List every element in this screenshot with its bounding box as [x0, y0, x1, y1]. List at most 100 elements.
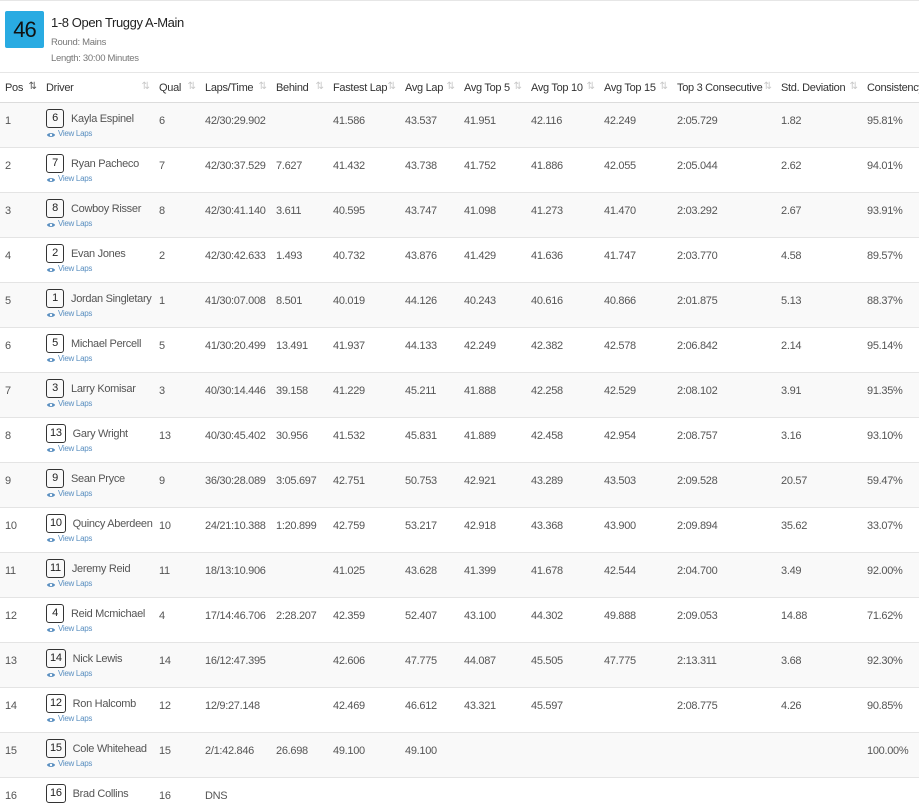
- sort-icon[interactable]: ⇅: [388, 81, 397, 92]
- view-laps-link[interactable]: View Laps: [46, 624, 154, 633]
- cell-value: 41.752: [464, 160, 496, 172]
- sort-icon[interactable]: ⇅: [259, 81, 268, 92]
- sort-icon[interactable]: ⇅: [447, 81, 456, 92]
- cell-value: 41.678: [531, 565, 563, 577]
- cell-behind: 3.611: [271, 192, 328, 238]
- column-header-pos[interactable]: Pos ⇅: [0, 72, 41, 103]
- view-laps-link[interactable]: View Laps: [46, 444, 154, 453]
- cell-top15: 42.529: [599, 372, 672, 418]
- view-laps-link[interactable]: View Laps: [46, 534, 154, 543]
- column-header-label: Laps/Time: [205, 81, 254, 94]
- driver-line: 15 Cole Whitehead: [46, 739, 154, 758]
- column-header-label: Avg Top 15: [604, 81, 656, 94]
- cell-value: 43.738: [405, 160, 437, 172]
- cell-qual: 14: [154, 642, 200, 688]
- column-header-fastest[interactable]: Fastest Lap ⇅: [328, 72, 400, 103]
- table-row: 12 4 Reid Mcmichael View Laps 4 17/14:46.706 2…: [0, 597, 919, 643]
- eye-icon: [46, 581, 56, 587]
- cell-top15: 42.249: [599, 102, 672, 148]
- view-laps-link[interactable]: View Laps: [46, 399, 154, 408]
- cell-value: 93.10%: [867, 430, 903, 442]
- cell-top10: 42.382: [526, 327, 599, 373]
- cell-qual: 8: [154, 192, 200, 238]
- cell-top3c: 2:01.875: [672, 282, 776, 328]
- cell-value: 11: [159, 565, 170, 577]
- column-header-top5[interactable]: Avg Top 5 ⇅: [459, 72, 526, 103]
- column-header-std[interactable]: Std. Deviation ⇅: [776, 72, 862, 103]
- cell-value: 20.57: [781, 475, 808, 487]
- cell-laps: 40/30:14.446: [200, 372, 271, 418]
- cell-value: 95.14%: [867, 340, 903, 352]
- column-header-top10[interactable]: Avg Top 10 ⇅: [526, 72, 599, 103]
- cell-value: 1: [159, 295, 165, 307]
- sort-icon[interactable]: ⇅: [188, 81, 197, 92]
- cell-value: 45.597: [531, 700, 563, 712]
- cell-std: [776, 732, 862, 778]
- sort-asc-icon[interactable]: ⇅: [29, 81, 38, 92]
- cell-value: 43.537: [405, 115, 437, 127]
- sort-icon[interactable]: ⇅: [316, 81, 325, 92]
- column-header-driver[interactable]: Driver ⇅: [41, 72, 154, 103]
- cell-top5: 43.100: [459, 597, 526, 643]
- column-header-avg[interactable]: Avg Lap ⇅: [400, 72, 459, 103]
- cell-value: 5: [5, 295, 11, 307]
- cell-value: 3.68: [781, 655, 802, 667]
- cell-std: 3.68: [776, 642, 862, 688]
- sort-icon[interactable]: ⇅: [660, 81, 669, 92]
- view-laps-link[interactable]: View Laps: [46, 129, 154, 138]
- view-laps-link[interactable]: View Laps: [46, 669, 154, 678]
- cell-laps: 42/30:41.140: [200, 192, 271, 238]
- sort-icon[interactable]: ⇅: [587, 81, 596, 92]
- view-laps-link[interactable]: View Laps: [46, 219, 154, 228]
- view-laps-label: View Laps: [58, 714, 93, 723]
- column-header-top3c[interactable]: Top 3 Consecutive ⇅: [672, 72, 776, 103]
- driver-name: Sean Pryce: [71, 472, 125, 485]
- cell-qual: 4: [154, 597, 200, 643]
- table-row: 13 14 Nick Lewis View Laps 14 16/12:47.395 42.…: [0, 642, 919, 688]
- cell-laps: 17/14:46.706: [200, 597, 271, 643]
- cell-value: 2/1:42.846: [205, 745, 254, 757]
- table-row: 14 12 Ron Halcomb View Laps 12 12/9:27.148 42.…: [0, 687, 919, 733]
- cell-top15: 41.747: [599, 237, 672, 283]
- cell-avg: 43.738: [400, 147, 459, 193]
- cell-value: 15: [159, 745, 171, 757]
- sort-icon[interactable]: ⇅: [514, 81, 523, 92]
- cell-value: 12: [5, 610, 17, 622]
- view-laps-link[interactable]: View Laps: [46, 489, 154, 498]
- cell-value: 47.775: [405, 655, 437, 667]
- cell-cons: 88.37%: [862, 282, 919, 328]
- column-header-qual[interactable]: Qual ⇅: [154, 72, 200, 103]
- cell-avg: 49.100: [400, 732, 459, 778]
- cell-value: 43.368: [531, 520, 563, 532]
- cell-avg: 45.831: [400, 417, 459, 463]
- driver-cell: 14 Nick Lewis View Laps: [41, 642, 154, 688]
- view-laps-link[interactable]: View Laps: [46, 354, 154, 363]
- view-laps-link[interactable]: View Laps: [46, 264, 154, 273]
- cell-value: 42.529: [604, 385, 636, 397]
- view-laps-link[interactable]: View Laps: [46, 309, 154, 318]
- sort-icon[interactable]: ⇅: [764, 81, 773, 92]
- cell-top5: 44.087: [459, 642, 526, 688]
- cell-pos: 15: [0, 732, 41, 778]
- cell-value: 89.57%: [867, 250, 903, 262]
- column-header-cons[interactable]: Consistency: [862, 72, 919, 103]
- cell-value: 42.954: [604, 430, 636, 442]
- driver-line: 2 Evan Jones: [46, 244, 154, 263]
- view-laps-link[interactable]: View Laps: [46, 714, 154, 723]
- driver-cell: 1 Jordan Singletary View Laps: [41, 282, 154, 328]
- sort-icon[interactable]: ⇅: [850, 81, 859, 92]
- column-header-top15[interactable]: Avg Top 15 ⇅: [599, 72, 672, 103]
- column-header-behind[interactable]: Behind ⇅: [271, 72, 328, 103]
- car-number-badge: 12: [46, 694, 66, 713]
- cell-value: 13: [159, 430, 171, 442]
- car-number-badge: 8: [46, 199, 64, 218]
- cell-value: 7.627: [276, 160, 303, 172]
- cell-value: 2:08.775: [677, 700, 718, 712]
- cell-pos: 10: [0, 507, 41, 553]
- view-laps-link[interactable]: View Laps: [46, 174, 154, 183]
- column-header-laps[interactable]: Laps/Time ⇅: [200, 72, 271, 103]
- view-laps-link[interactable]: View Laps: [46, 759, 154, 768]
- view-laps-link[interactable]: View Laps: [46, 579, 154, 588]
- driver-cell: 4 Reid Mcmichael View Laps: [41, 597, 154, 643]
- sort-icon[interactable]: ⇅: [142, 81, 151, 92]
